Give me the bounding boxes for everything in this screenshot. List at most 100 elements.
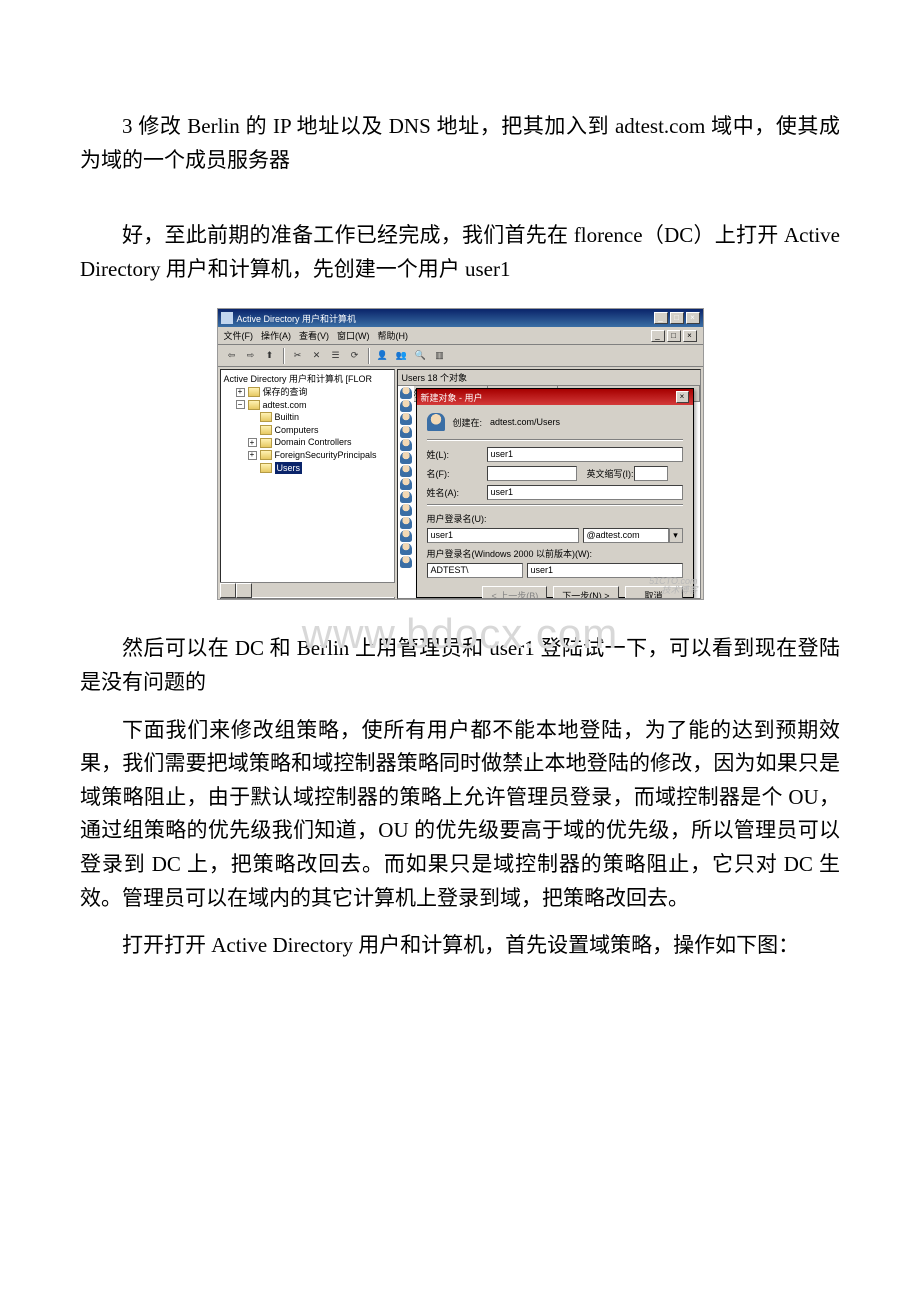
divider — [427, 504, 683, 506]
given-label: 名(F): — [427, 467, 487, 480]
fullname-row: 姓名(A): user1 — [427, 485, 683, 500]
surname-label: 姓(L): — [427, 448, 487, 461]
logon-label: 用户登录名(U): — [427, 512, 683, 525]
list-pane: Users 18 个对象 名称 类型 描述 — [397, 369, 701, 599]
screenshot-ad-window: Active Directory 用户和计算机 _ □ × 文件(F) 操作(A… — [217, 308, 704, 600]
menu-file[interactable]: 文件(F) — [224, 329, 254, 342]
menu-bar: 文件(F) 操作(A) 查看(V) 窗口(W) 帮助(H) _ □ × — [218, 327, 703, 345]
minimize-button[interactable]: _ — [654, 312, 668, 324]
initials-input[interactable] — [634, 466, 668, 481]
menu-window[interactable]: 窗口(W) — [337, 329, 370, 342]
properties-icon[interactable]: ☰ — [328, 348, 344, 364]
blank-line — [80, 191, 840, 219]
tree-root[interactable]: Active Directory 用户和计算机 [FLOR — [224, 373, 391, 386]
divider — [427, 439, 683, 441]
dialog-close-button[interactable]: × — [676, 391, 689, 403]
tree-domain[interactable]: −adtest.com — [224, 399, 391, 412]
nav-tree[interactable]: Active Directory 用户和计算机 [FLOR +保存的查询 −ad… — [220, 369, 395, 599]
user-icon — [400, 465, 412, 477]
paragraph-3: 然后可以在 DC 和 Berlin 上用管理员和 user1 登陆试一下，可以看… — [80, 632, 840, 699]
surname-row: 姓(L): user1 — [427, 447, 683, 462]
find-icon[interactable]: 🔍 — [413, 348, 429, 364]
user-icon — [400, 517, 412, 529]
horizontal-scrollbar[interactable] — [220, 582, 395, 597]
paragraph-4: 下面我们来修改组策略，使所有用户都不能本地登陆，为了能的达到预期效果，我们需要把… — [80, 714, 840, 916]
user-icon — [400, 543, 412, 555]
user-icon — [400, 452, 412, 464]
tree-fsp[interactable]: +ForeignSecurityPrincipals — [224, 449, 391, 462]
logon-pre2k-row: ADTEST\ user1 — [427, 563, 683, 578]
tree-builtin[interactable]: Builtin — [224, 411, 391, 424]
new-user-dialog: 新建对象 - 用户 × 创建在: adtest.com/Users 姓(L): … — [416, 388, 694, 598]
logon-pre2k-label: 用户登录名(Windows 2000 以前版本)(W): — [427, 547, 683, 560]
tree-users[interactable]: Users — [224, 462, 391, 475]
figure-container: Active Directory 用户和计算机 _ □ × 文件(F) 操作(A… — [80, 300, 840, 610]
user-icon — [400, 478, 412, 490]
paragraph-1: 3 修改 Berlin 的 IP 地址以及 DNS 地址，把其加入到 adtes… — [80, 110, 840, 177]
given-input[interactable] — [487, 466, 577, 481]
mdi-restore[interactable]: □ — [667, 330, 681, 342]
mdi-minimize[interactable]: _ — [651, 330, 665, 342]
window-controls: _ □ × — [654, 312, 700, 324]
logon-pre2k-domain: ADTEST\ — [427, 563, 523, 578]
refresh-icon[interactable]: ⟳ — [347, 348, 363, 364]
logon-input[interactable]: user1 — [427, 528, 579, 543]
forward-icon[interactable]: ⇨ — [243, 348, 259, 364]
toolbar-divider-2 — [368, 348, 370, 364]
app-icon — [221, 312, 233, 324]
user-icon — [400, 426, 412, 438]
tree-domain-controllers[interactable]: +Domain Controllers — [224, 436, 391, 449]
tree-computers[interactable]: Computers — [224, 424, 391, 437]
next-button[interactable]: 下一步(N) > — [553, 586, 618, 599]
window-titlebar: Active Directory 用户和计算机 _ □ × — [218, 309, 703, 327]
new-group-icon[interactable]: 👥 — [394, 348, 410, 364]
dialog-buttons: < 上一步(B) 下一步(N) > 取消 — [427, 586, 683, 599]
client-area: Active Directory 用户和计算机 [FLOR +保存的查询 −ad… — [218, 367, 703, 601]
toolbar-divider — [283, 348, 285, 364]
create-in-row: 创建在: adtest.com/Users — [427, 411, 683, 437]
create-in-label: 创建在: — [453, 416, 483, 429]
user-icon — [400, 556, 412, 568]
user-icon — [400, 439, 412, 451]
mdi-close[interactable]: × — [683, 330, 697, 342]
fullname-input[interactable]: user1 — [487, 485, 683, 500]
initials-label: 英文缩写(I): — [587, 467, 634, 480]
dialog-title: 新建对象 - 用户 — [421, 391, 483, 404]
surname-input[interactable]: user1 — [487, 447, 683, 462]
filter-icon[interactable]: ▥ — [432, 348, 448, 364]
mdi-controls: _ □ × — [651, 330, 697, 342]
cut-icon[interactable]: ✂ — [290, 348, 306, 364]
maximize-button[interactable]: □ — [670, 312, 684, 324]
user-icons-column — [398, 386, 414, 598]
dialog-body: 创建在: adtest.com/Users 姓(L): user1 名(F): … — [417, 405, 693, 599]
image-watermark: 51CTO.com 技术博客 — [649, 577, 697, 597]
dialog-titlebar: 新建对象 - 用户 × — [417, 389, 693, 405]
given-name-row: 名(F): 英文缩写(I): — [427, 466, 683, 481]
menu-action[interactable]: 操作(A) — [261, 329, 291, 342]
user-icon — [400, 504, 412, 516]
user-icon — [400, 413, 412, 425]
logon-row: user1 @adtest.com ▾ — [427, 528, 683, 543]
close-button[interactable]: × — [686, 312, 700, 324]
up-icon[interactable]: ⬆ — [262, 348, 278, 364]
prev-button: < 上一步(B) — [482, 586, 547, 599]
logon-suffix-select[interactable]: @adtest.com — [583, 528, 669, 543]
menu-view[interactable]: 查看(V) — [299, 329, 329, 342]
back-icon[interactable]: ⇦ — [224, 348, 240, 364]
delete-icon[interactable]: ✕ — [309, 348, 325, 364]
tree-saved-queries[interactable]: +保存的查询 — [224, 386, 391, 399]
chevron-down-icon[interactable]: ▾ — [669, 528, 683, 543]
paragraph-5: 打开打开 Active Directory 用户和计算机，首先设置域策略，操作如… — [80, 929, 840, 963]
fullname-label: 姓名(A): — [427, 486, 487, 499]
menu-help[interactable]: 帮助(H) — [378, 329, 409, 342]
user-icon — [427, 413, 445, 431]
list-header: Users 18 个对象 — [398, 370, 700, 386]
paragraph-2: 好，至此前期的准备工作已经完成，我们首先在 florence（DC）上打开 Ac… — [80, 219, 840, 286]
user-icon — [400, 400, 412, 412]
list-count: Users 18 个对象 — [398, 370, 700, 385]
toolbar: ⇦ ⇨ ⬆ ✂ ✕ ☰ ⟳ 👤 👥 🔍 ▥ — [218, 345, 703, 367]
new-user-icon[interactable]: 👤 — [375, 348, 391, 364]
create-in-path: adtest.com/Users — [490, 417, 560, 427]
user-icon — [400, 491, 412, 503]
user-icon — [400, 387, 412, 399]
